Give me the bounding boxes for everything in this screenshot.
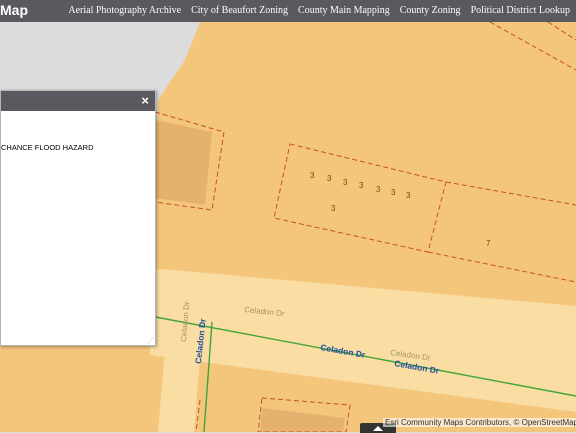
nav-link-county-zoning[interactable]: County Zoning — [400, 5, 461, 16]
nav-links: Aerial Photography Archive City of Beauf… — [68, 5, 570, 16]
parcel-label: 3 — [331, 204, 336, 213]
popup-content: CHANCE FLOOD HAZARD — [1, 143, 94, 152]
nav-link-aerial-photography-archive[interactable]: Aerial Photography Archive — [68, 5, 181, 16]
map-attribution: Esri Community Maps Contributors, © Open… — [383, 418, 576, 427]
info-popup: × CHANCE FLOOD HAZARD ⋰ — [0, 90, 156, 346]
parcel-label: 3 — [310, 171, 315, 180]
parcel-label: 3 — [376, 185, 381, 194]
parcel-label: 3 — [406, 191, 411, 200]
parcel-label: 3 — [327, 174, 332, 183]
parcel-label: 3 — [391, 188, 396, 197]
popup-header — [1, 91, 155, 111]
top-navigation-bar: Map Aerial Photography Archive City of B… — [0, 0, 576, 22]
app-title: Map — [0, 2, 28, 18]
nav-link-county-main-mapping[interactable]: County Main Mapping — [298, 5, 390, 16]
parcel-label: 3 — [359, 181, 364, 190]
nav-link-political-district-lookup[interactable]: Political District Lookup — [471, 5, 570, 16]
parcel-label: 7 — [486, 239, 491, 248]
nav-link-city-of-beaufort-zoning[interactable]: City of Beaufort Zoning — [191, 5, 288, 16]
resize-handle-icon[interactable]: ⋰ — [148, 338, 154, 344]
close-icon[interactable]: × — [141, 93, 149, 108]
parcel-label: 3 — [343, 178, 348, 187]
building — [155, 120, 212, 205]
chevron-up-icon — [373, 426, 383, 431]
